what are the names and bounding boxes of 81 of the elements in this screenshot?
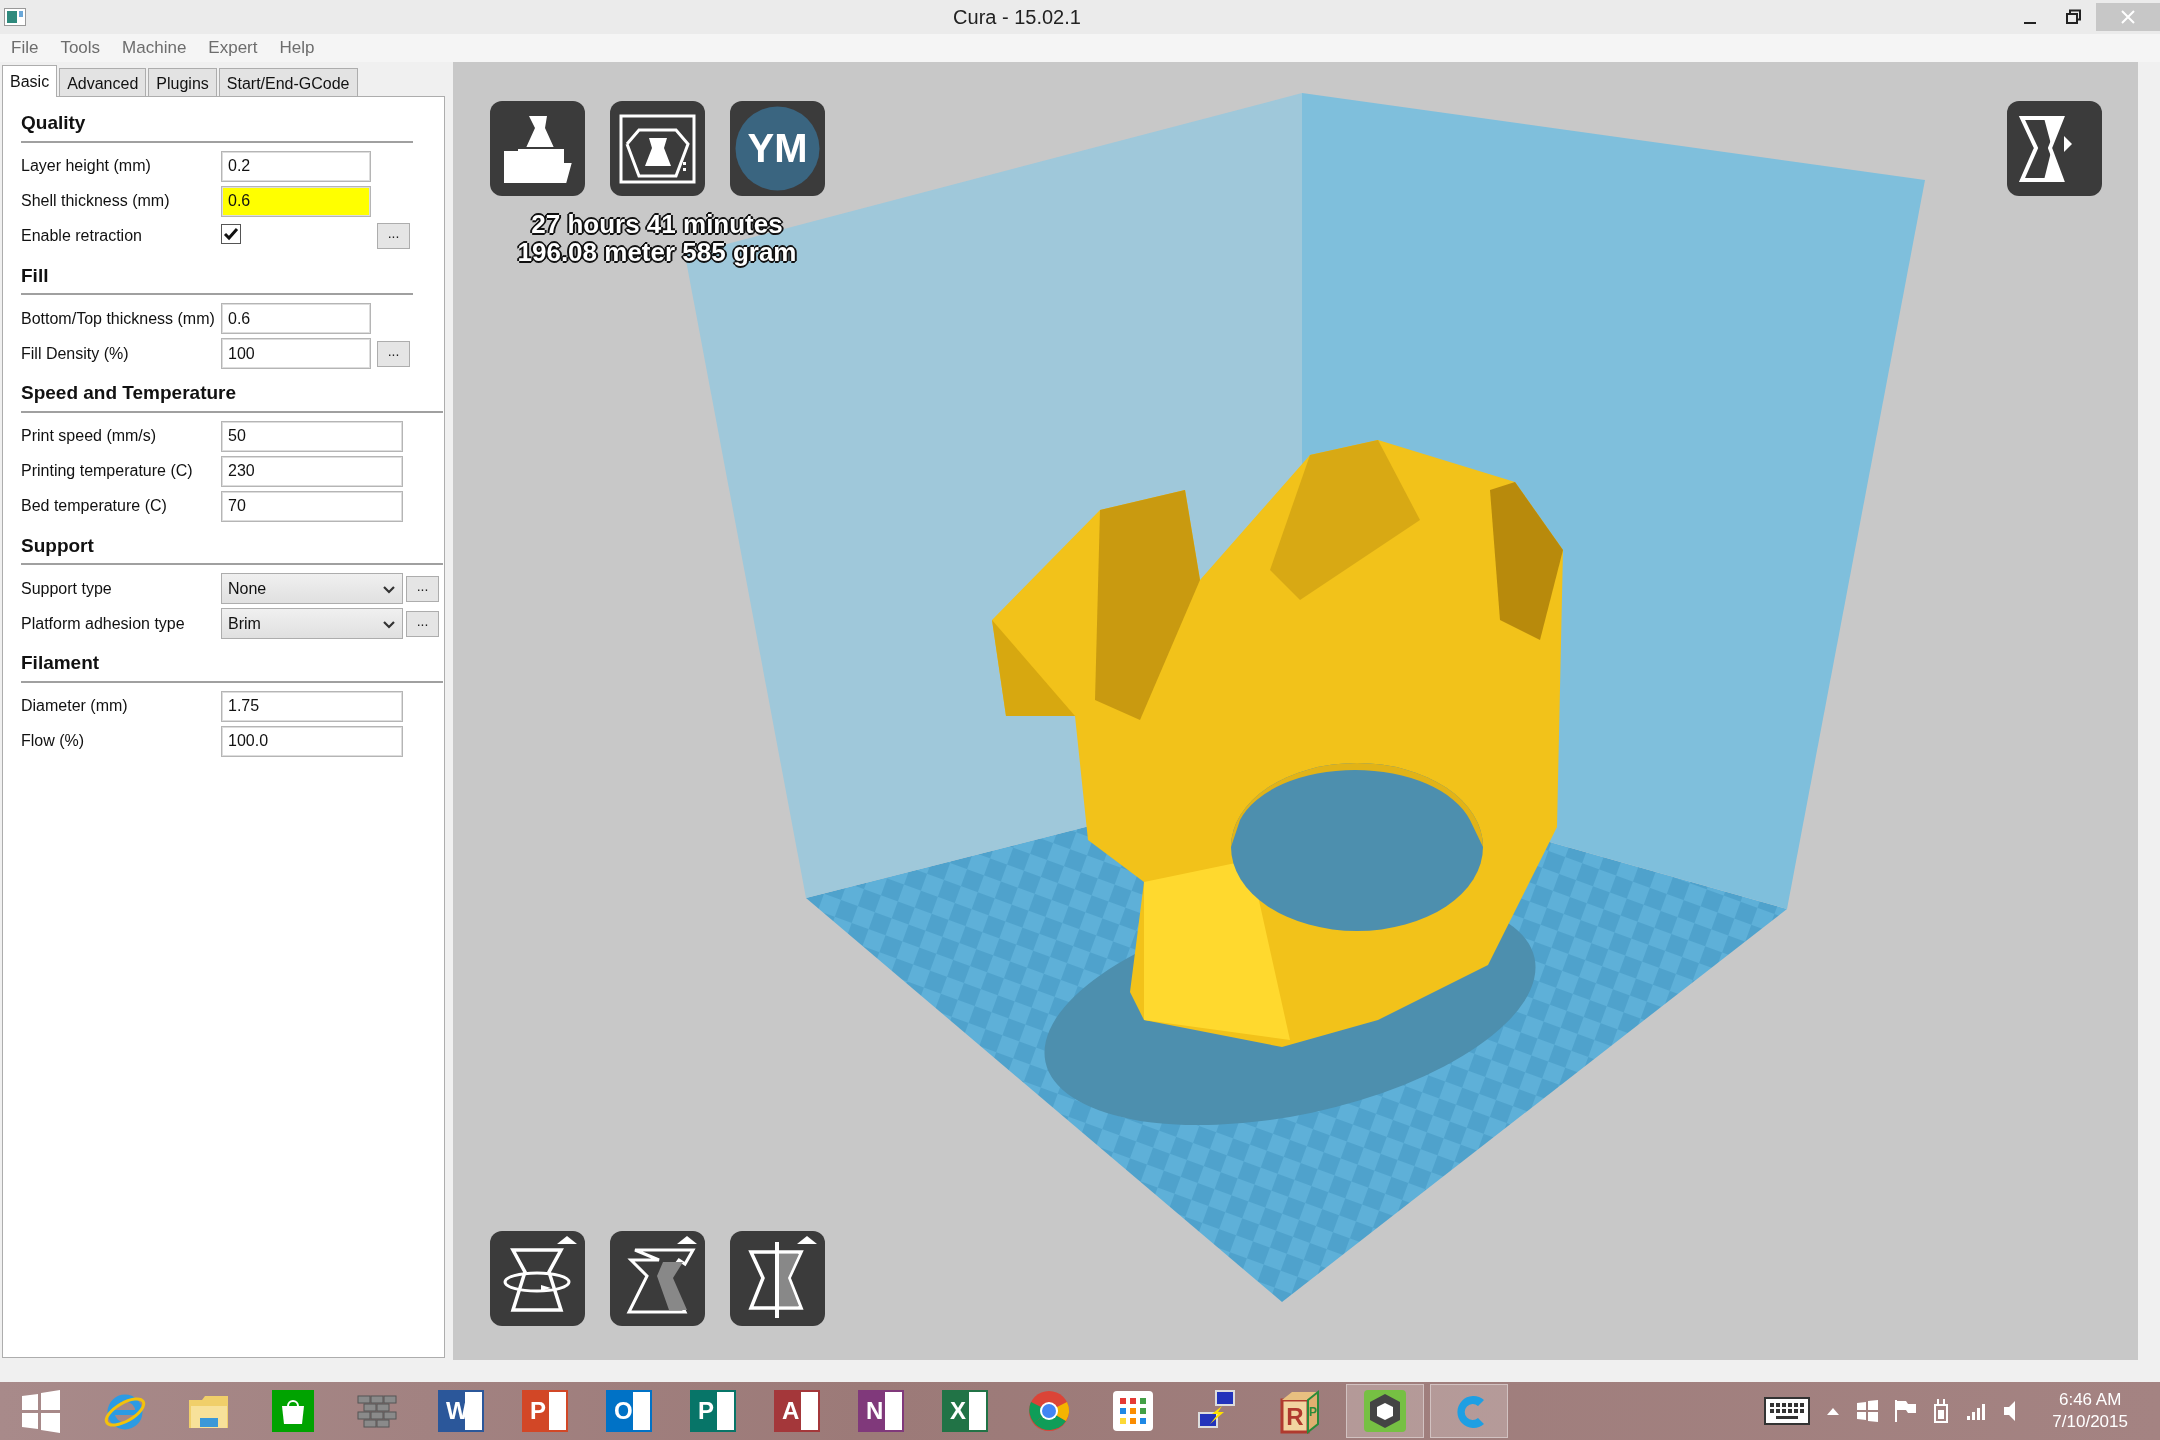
close-icon [2120,9,2136,25]
setting-label: Diameter (mm) [21,696,129,716]
view-mode-button[interactable] [2006,100,2103,197]
menu-item[interactable]: Machine [111,34,198,62]
rotate-tool-button[interactable] [489,1230,586,1327]
flag-icon[interactable] [1894,1399,1917,1423]
setting-label: Bottom/Top thickness (mm) [21,308,216,329]
section-heading: Support [21,533,95,558]
more-button[interactable]: ... [377,223,410,249]
more-button[interactable]: ... [406,610,439,637]
print-time-text: 27 hours 41 minutes [530,210,784,238]
input-field[interactable]: 0.6 [221,185,371,217]
input-field[interactable]: 100.0 [221,725,403,757]
section-heading: Speed and Temperature [21,381,238,405]
menu-item[interactable]: Expert [197,34,269,62]
keyboard-icon[interactable] [1764,1397,1811,1425]
app-grid-icon [1110,1388,1156,1434]
scale-tool-button[interactable] [609,1230,706,1327]
minimize-icon [2024,22,2036,24]
menu-item[interactable]: Help [268,34,326,62]
setting-label: Shell thickness (mm) [21,191,171,211]
user-account-button[interactable]: YM [729,100,826,197]
input-field[interactable]: 70 [221,490,403,522]
setting-label: Enable retraction [21,226,143,246]
chevron-down-icon [382,583,396,594]
input-field[interactable]: 50 [221,420,403,452]
circle-logo-icon [1026,1388,1072,1434]
section-heading: Quality [21,111,87,135]
chevron-down-icon [382,618,396,629]
dropdown[interactable]: Brim [221,608,403,639]
restore-icon [2066,9,2082,25]
checkbox[interactable] [221,223,241,244]
save-toolpath-icon [609,100,706,197]
windows-icon[interactable] [1856,1399,1879,1423]
load-model-button[interactable] [489,100,586,197]
window-title: Cura - 15.02.1 [953,6,1081,28]
setting-label: Bed temperature (C) [21,496,168,516]
setting-label: Layer height (mm) [21,156,152,176]
setting-label: Printing temperature (C) [21,461,194,481]
3d-viewport[interactable]: YM 27 hours 41 minutes 196.08 meter 585 gram [453,62,2138,1360]
more-button[interactable]: ... [406,575,439,602]
office-app-button[interactable]: A [758,1384,836,1438]
mirror-tool-icon [729,1230,826,1327]
shopping-bag-icon [270,1388,316,1434]
menu-item[interactable]: File [0,34,50,62]
setting-label: Support type [21,578,113,599]
tab[interactable]: Basic [2,65,58,97]
office-app-button[interactable]: P [506,1384,584,1438]
section-heading: Fill [21,263,50,288]
dropdown[interactable]: None [221,573,403,604]
view-mode-icon [2006,100,2103,197]
taskbar-button[interactable] [1346,1384,1424,1438]
office-app-button[interactable]: N [842,1384,920,1438]
caret-up-icon[interactable] [1826,1406,1841,1416]
input-field[interactable]: 0.2 [221,150,371,182]
battery-icon[interactable] [1932,1398,1951,1424]
setting-label: Fill Density (%) [21,343,130,364]
setting-label: Platform adhesion type [21,613,186,634]
input-field[interactable]: 0.6 [221,303,371,334]
app-icon [4,8,26,26]
office-app-button[interactable]: X [926,1384,1004,1438]
tab[interactable]: Advanced [59,68,147,96]
scale-tool-icon [609,1230,706,1327]
tab[interactable]: Start/End-GCode [218,68,358,96]
save-toolpath-button[interactable] [609,100,706,197]
more-button[interactable]: ... [377,340,410,367]
menu-item[interactable]: Tools [49,34,112,62]
input-field[interactable]: 1.75 [221,690,403,722]
mirror-tool-button[interactable] [729,1230,826,1327]
setting-label: Flow (%) [21,731,86,751]
office-app-button[interactable]: P [674,1384,752,1438]
office-app-button[interactable]: O [590,1384,668,1438]
setting-label: Print speed (mm/s) [21,426,158,446]
tab[interactable]: Plugins [148,68,217,96]
input-field[interactable]: 100 [221,338,371,369]
section-heading: Filament [21,651,101,675]
load-model-icon [489,100,586,197]
filament-usage-text: 196.08 meter 585 gram [516,238,798,266]
input-field[interactable]: 230 [221,455,403,487]
rotate-tool-icon [489,1230,586,1327]
taskbar-button[interactable]: R P [1262,1384,1340,1438]
